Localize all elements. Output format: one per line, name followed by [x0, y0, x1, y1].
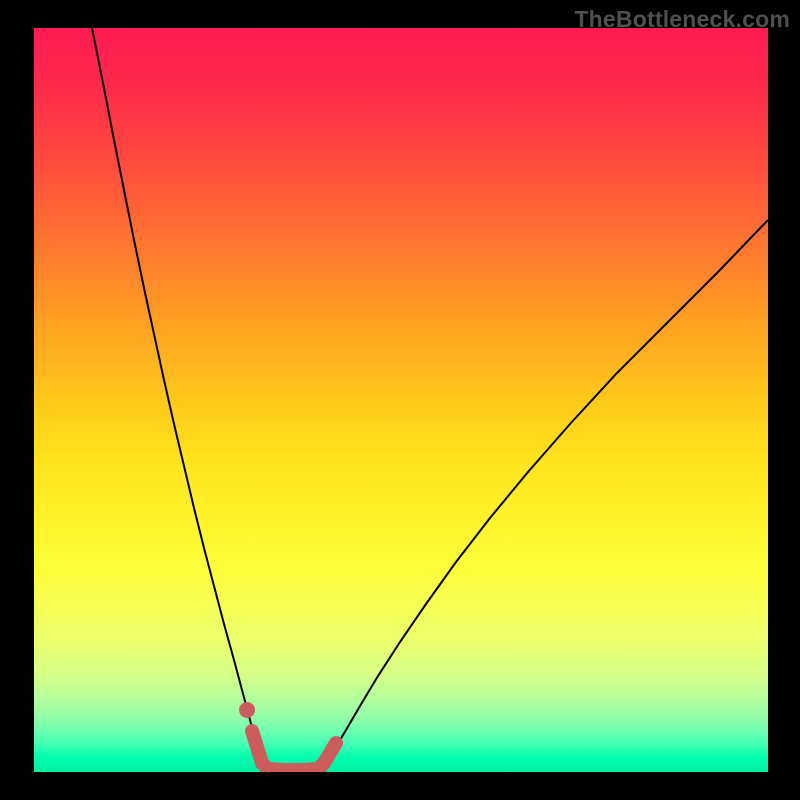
flat-bottom — [262, 763, 324, 770]
marker-tail-left — [252, 731, 262, 763]
curve-left — [92, 28, 262, 763]
marker-tail-right — [324, 743, 336, 763]
marker-dot — [239, 702, 255, 718]
curve-right — [324, 220, 768, 763]
chart-frame: TheBottleneck.com — [0, 0, 800, 800]
curves-svg — [34, 28, 768, 772]
plot-area — [34, 28, 768, 772]
